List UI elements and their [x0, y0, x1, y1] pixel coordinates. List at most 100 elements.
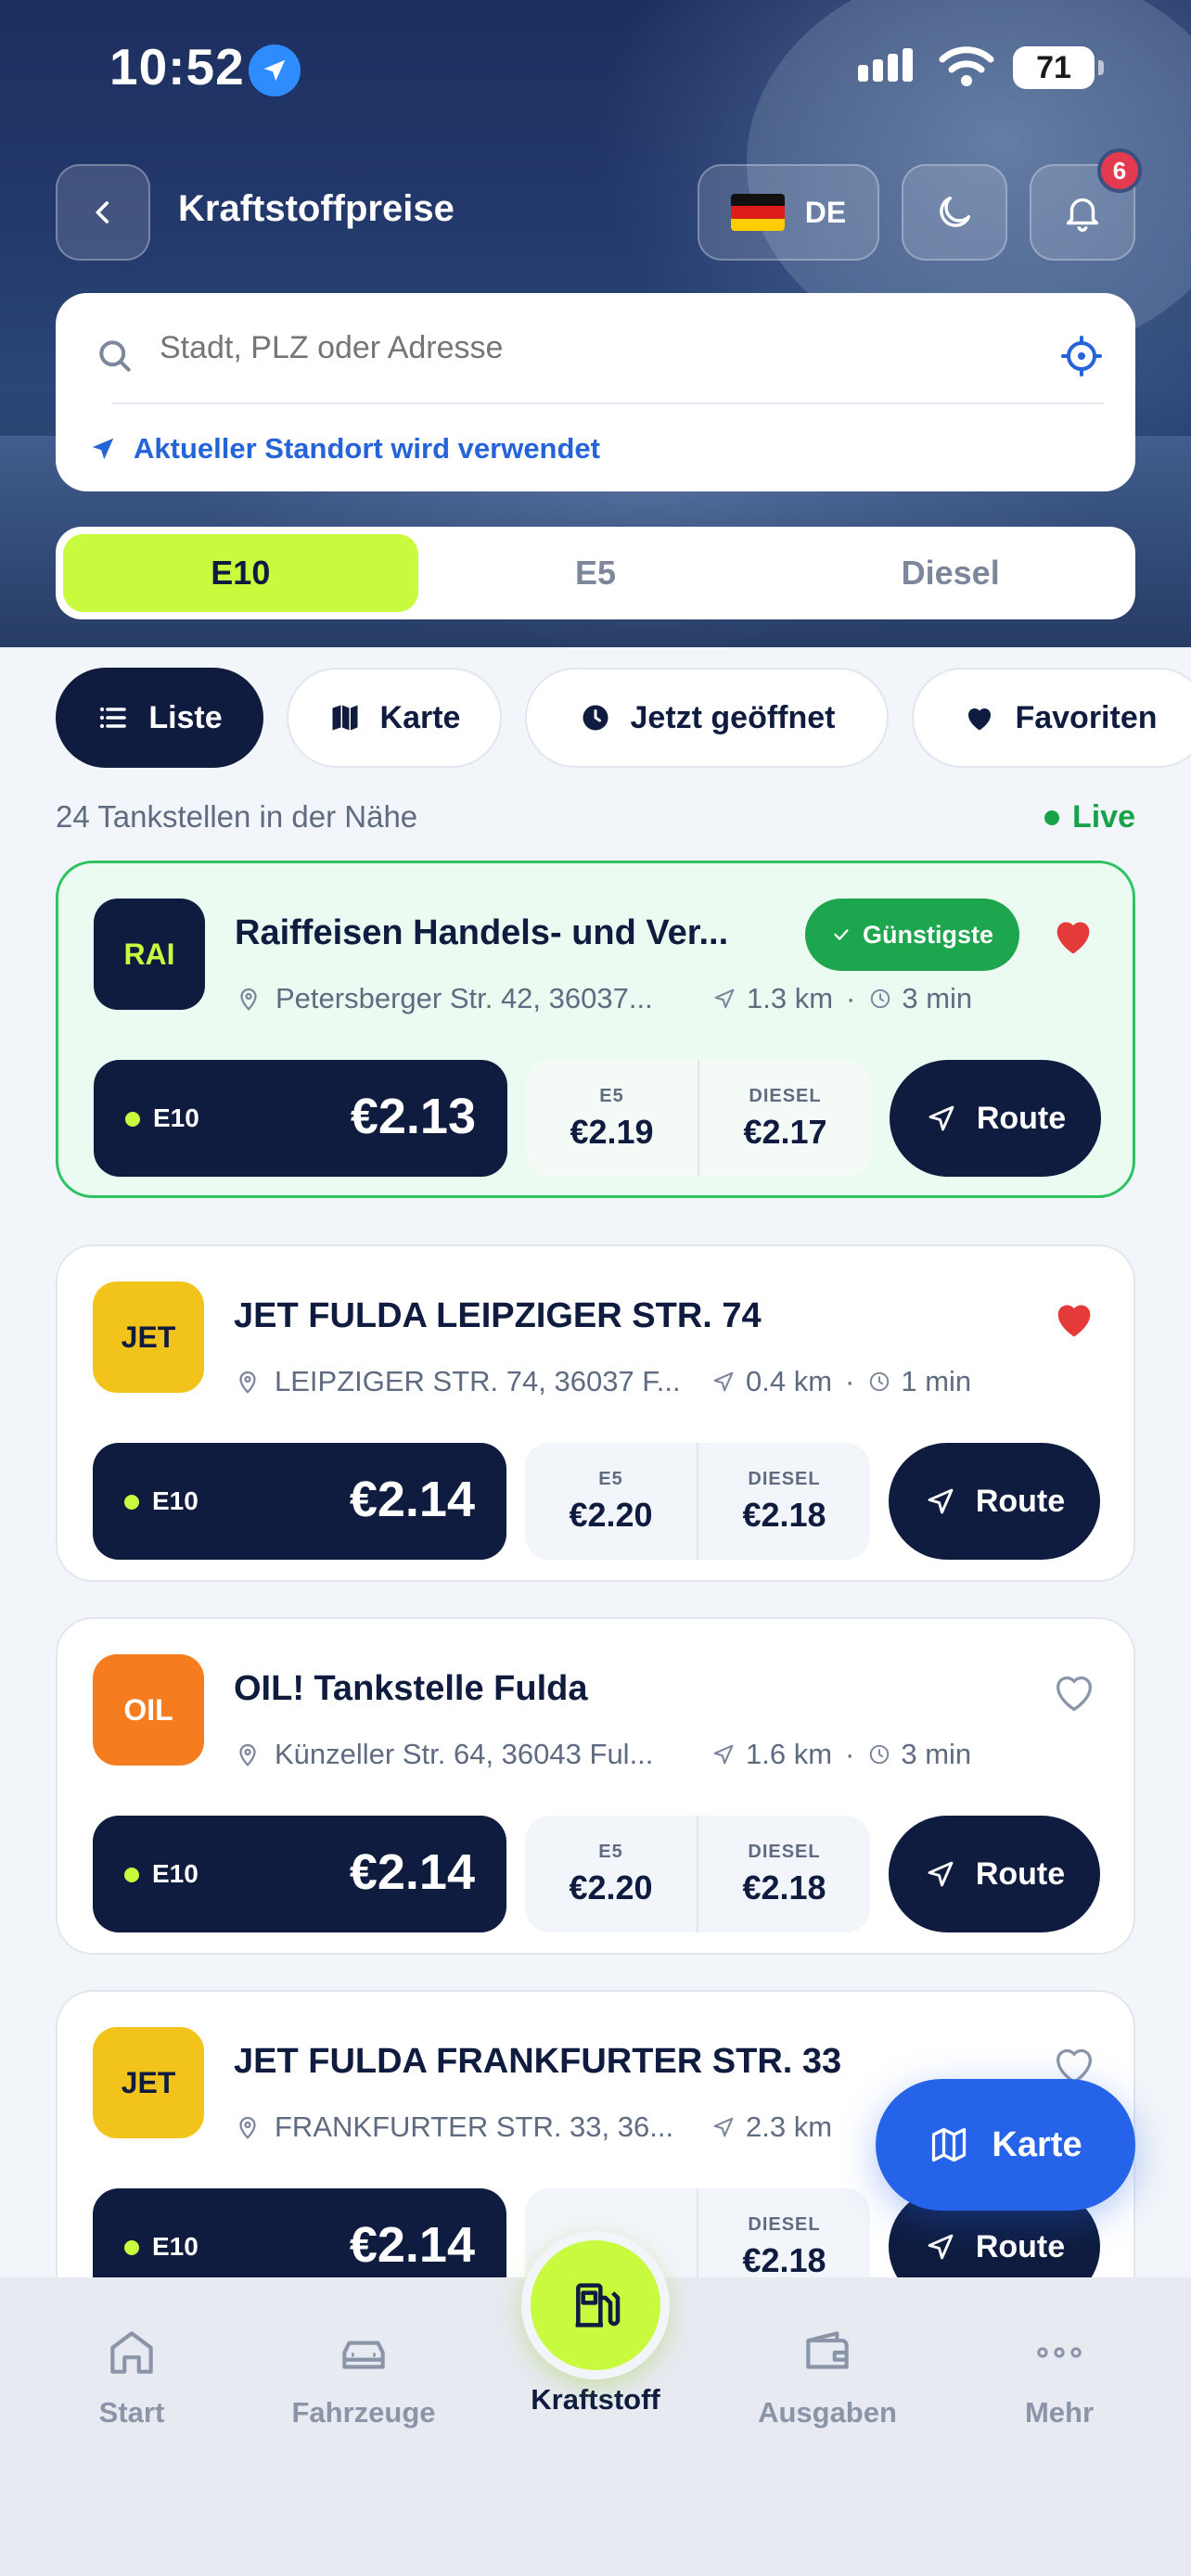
navigation-arrow-icon: [92, 438, 114, 460]
tab-start-label: Start: [98, 2396, 165, 2429]
main-fuel-value: €2.14: [349, 2217, 475, 2273]
route-button[interactable]: Route: [890, 1060, 1101, 1177]
tab-vehicles[interactable]: Fahrzeuge: [271, 2324, 456, 2429]
location-arrow-icon: [249, 45, 301, 96]
chevron-left-icon: [96, 201, 109, 223]
locate-crosshair-icon[interactable]: [1059, 334, 1104, 378]
diesel-price-cell: DIESEL €2.18: [697, 1443, 870, 1560]
location-status-text: Aktueller Standort wird verwendet: [134, 432, 600, 465]
distance-arrow-icon: [711, 1741, 736, 1767]
main-fuel-value: €2.14: [349, 1844, 475, 1900]
filter-open-now-label: Jetzt geöffnet: [630, 699, 836, 735]
main-fuel-label: E10: [152, 1486, 198, 1515]
diesel-label: DIESEL: [749, 1085, 822, 1106]
map-fab-button[interactable]: Karte: [876, 2079, 1135, 2211]
map-icon: [332, 705, 358, 731]
station-distance: 0.4 km: [746, 1365, 833, 1397]
route-label: Route: [975, 1483, 1066, 1519]
station-name: JET FULDA FRANKFURTER STR. 33: [234, 2042, 842, 2081]
tab-fuel[interactable]: Kraftstoff: [503, 2383, 688, 2417]
home-icon: [110, 2331, 153, 2374]
wallet-icon: [806, 2331, 849, 2369]
tab-more[interactable]: Mehr: [967, 2324, 1152, 2429]
station-meta: LEIPZIGER STR. 74, 36037 F... 0.4 km · 1 mi…: [234, 1365, 971, 1398]
search-divider: [111, 402, 1104, 404]
dark-mode-button[interactable]: [902, 164, 1007, 261]
main-fuel-label: E10: [152, 1859, 198, 1888]
filter-favorites-chip[interactable]: Favoriten: [912, 668, 1191, 768]
main-fuel-label: E10: [152, 2232, 198, 2261]
tab-more-label: Mehr: [1024, 2396, 1095, 2429]
live-dot: [1044, 810, 1059, 825]
search-icon: [99, 340, 131, 372]
fuel-tab-e10[interactable]: E10: [63, 534, 418, 612]
e5-price-cell: E5 €2.19: [526, 1060, 698, 1177]
clock-icon: [868, 987, 892, 1011]
diesel-price-cell: DIESEL €2.18: [697, 1816, 870, 1932]
favorite-heart-icon[interactable]: [1050, 1294, 1098, 1347]
main-fuel-price: E10 €2.14: [93, 1816, 506, 1932]
germany-flag-icon: [730, 194, 785, 231]
navigation-arrow-icon: [928, 1861, 954, 1887]
station-card[interactable]: JET JET FULDA LEIPZIGER STR. 74 LEIPZIGER …: [56, 1244, 1135, 1582]
language-button[interactable]: DE: [698, 164, 879, 261]
map-pin-icon: [239, 1743, 256, 1766]
filter-map-label: Karte: [379, 699, 461, 735]
diesel-price-cell: DIESEL €2.17: [698, 1060, 871, 1177]
station-distance: 2.3 km: [746, 2111, 833, 2143]
e5-value: €2.19: [570, 1112, 654, 1151]
map-pin-icon: [239, 2116, 256, 2139]
distance-arrow-icon: [711, 1369, 736, 1395]
fuel-pump-icon: [575, 2283, 621, 2327]
station-count: 24 Tankstellen in der Nähe: [56, 799, 418, 834]
check-icon: [834, 929, 849, 941]
station-duration: 1 min: [901, 1365, 972, 1397]
fuel-tab-diesel[interactable]: Diesel: [773, 534, 1128, 612]
route-label: Route: [975, 1855, 1066, 1892]
e5-label: E5: [598, 1841, 623, 1862]
route-button[interactable]: Route: [889, 1443, 1100, 1560]
diesel-label: DIESEL: [748, 2213, 821, 2235]
fuel-tab-e5[interactable]: E5: [418, 534, 774, 612]
filter-map-chip[interactable]: Karte: [287, 668, 502, 768]
filter-open-now-chip[interactable]: Jetzt geöffnet: [525, 668, 889, 768]
search-input[interactable]: [160, 330, 994, 366]
fuel-center-button[interactable]: [521, 2231, 670, 2379]
station-card[interactable]: RAI Raiffeisen Handels- und Ver... Günstig…: [56, 861, 1135, 1198]
station-card[interactable]: OIL OIL! Tankstelle Fulda Künzeller Str. 6…: [56, 1617, 1135, 1955]
other-fuel-prices: E5 €2.19 DIESEL €2.17: [526, 1060, 871, 1177]
navigation-arrow-icon: [928, 1488, 954, 1514]
other-fuel-prices: E5 €2.20 DIESEL €2.18: [525, 1816, 870, 1932]
route-label: Route: [976, 1100, 1067, 1136]
filter-list-chip[interactable]: Liste: [56, 668, 263, 768]
price-dot: [125, 1112, 140, 1127]
tab-start[interactable]: Start: [39, 2324, 224, 2429]
price-dot: [124, 2240, 139, 2255]
location-status: Aktueller Standort wird verwendet: [89, 432, 600, 465]
meta-separator: ·: [845, 1365, 855, 1397]
language-code: DE: [804, 195, 847, 229]
station-logo: OIL: [93, 1654, 204, 1766]
favorite-heart-icon[interactable]: [1049, 912, 1097, 964]
station-address: Petersberger Str. 42, 36037...: [275, 982, 653, 1014]
live-indicator: Live: [1044, 799, 1135, 835]
station-logo: RAI: [94, 899, 205, 1010]
list-icon: [100, 707, 127, 729]
page-title: Kraftstoffpreise: [178, 188, 455, 229]
station-name: OIL! Tankstelle Fulda: [234, 1669, 588, 1708]
tab-expenses[interactable]: Ausgaben: [735, 2324, 920, 2429]
main-fuel-label: E10: [153, 1103, 199, 1132]
route-button[interactable]: Route: [889, 1816, 1100, 1932]
e5-value: €2.20: [569, 1495, 653, 1534]
favorite-heart-icon[interactable]: [1050, 1667, 1098, 1720]
station-meta: Künzeller Str. 64, 36043 Ful... 1.6 km · 3 …: [234, 1738, 971, 1771]
diesel-value: €2.17: [743, 1112, 827, 1151]
station-duration: 3 min: [901, 1738, 972, 1770]
navigation-arrow-icon: [928, 2234, 954, 2260]
diesel-value: €2.18: [742, 1495, 826, 1534]
e5-price-cell: E5 €2.20: [525, 1816, 697, 1932]
back-button[interactable]: [56, 164, 150, 261]
station-meta: FRANKFURTER STR. 33, 36... 2.3 km: [234, 2111, 832, 2144]
station-meta: Petersberger Str. 42, 36037... 1.3 km · 3 m…: [235, 982, 972, 1015]
other-fuel-prices: E5 €2.20 DIESEL €2.18: [525, 1443, 870, 1560]
